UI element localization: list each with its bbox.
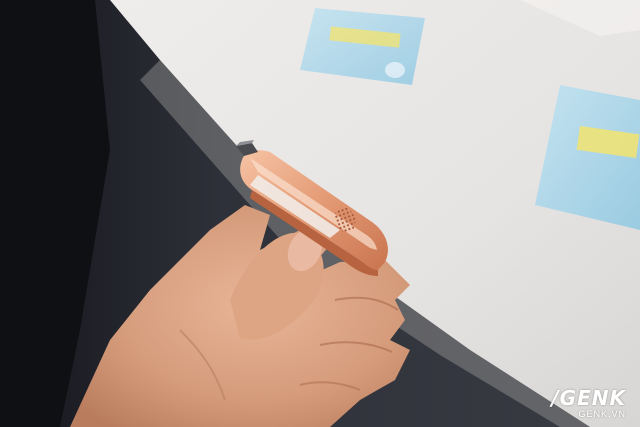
watermark-logo: /GENK: [551, 386, 626, 410]
watermark-site: GENK.VN: [578, 409, 626, 419]
photo-scene: /GENK GENK.VN: [0, 0, 640, 427]
photo-artwork: [0, 0, 640, 427]
genk-watermark: /GENK GENK.VN: [476, 388, 626, 419]
